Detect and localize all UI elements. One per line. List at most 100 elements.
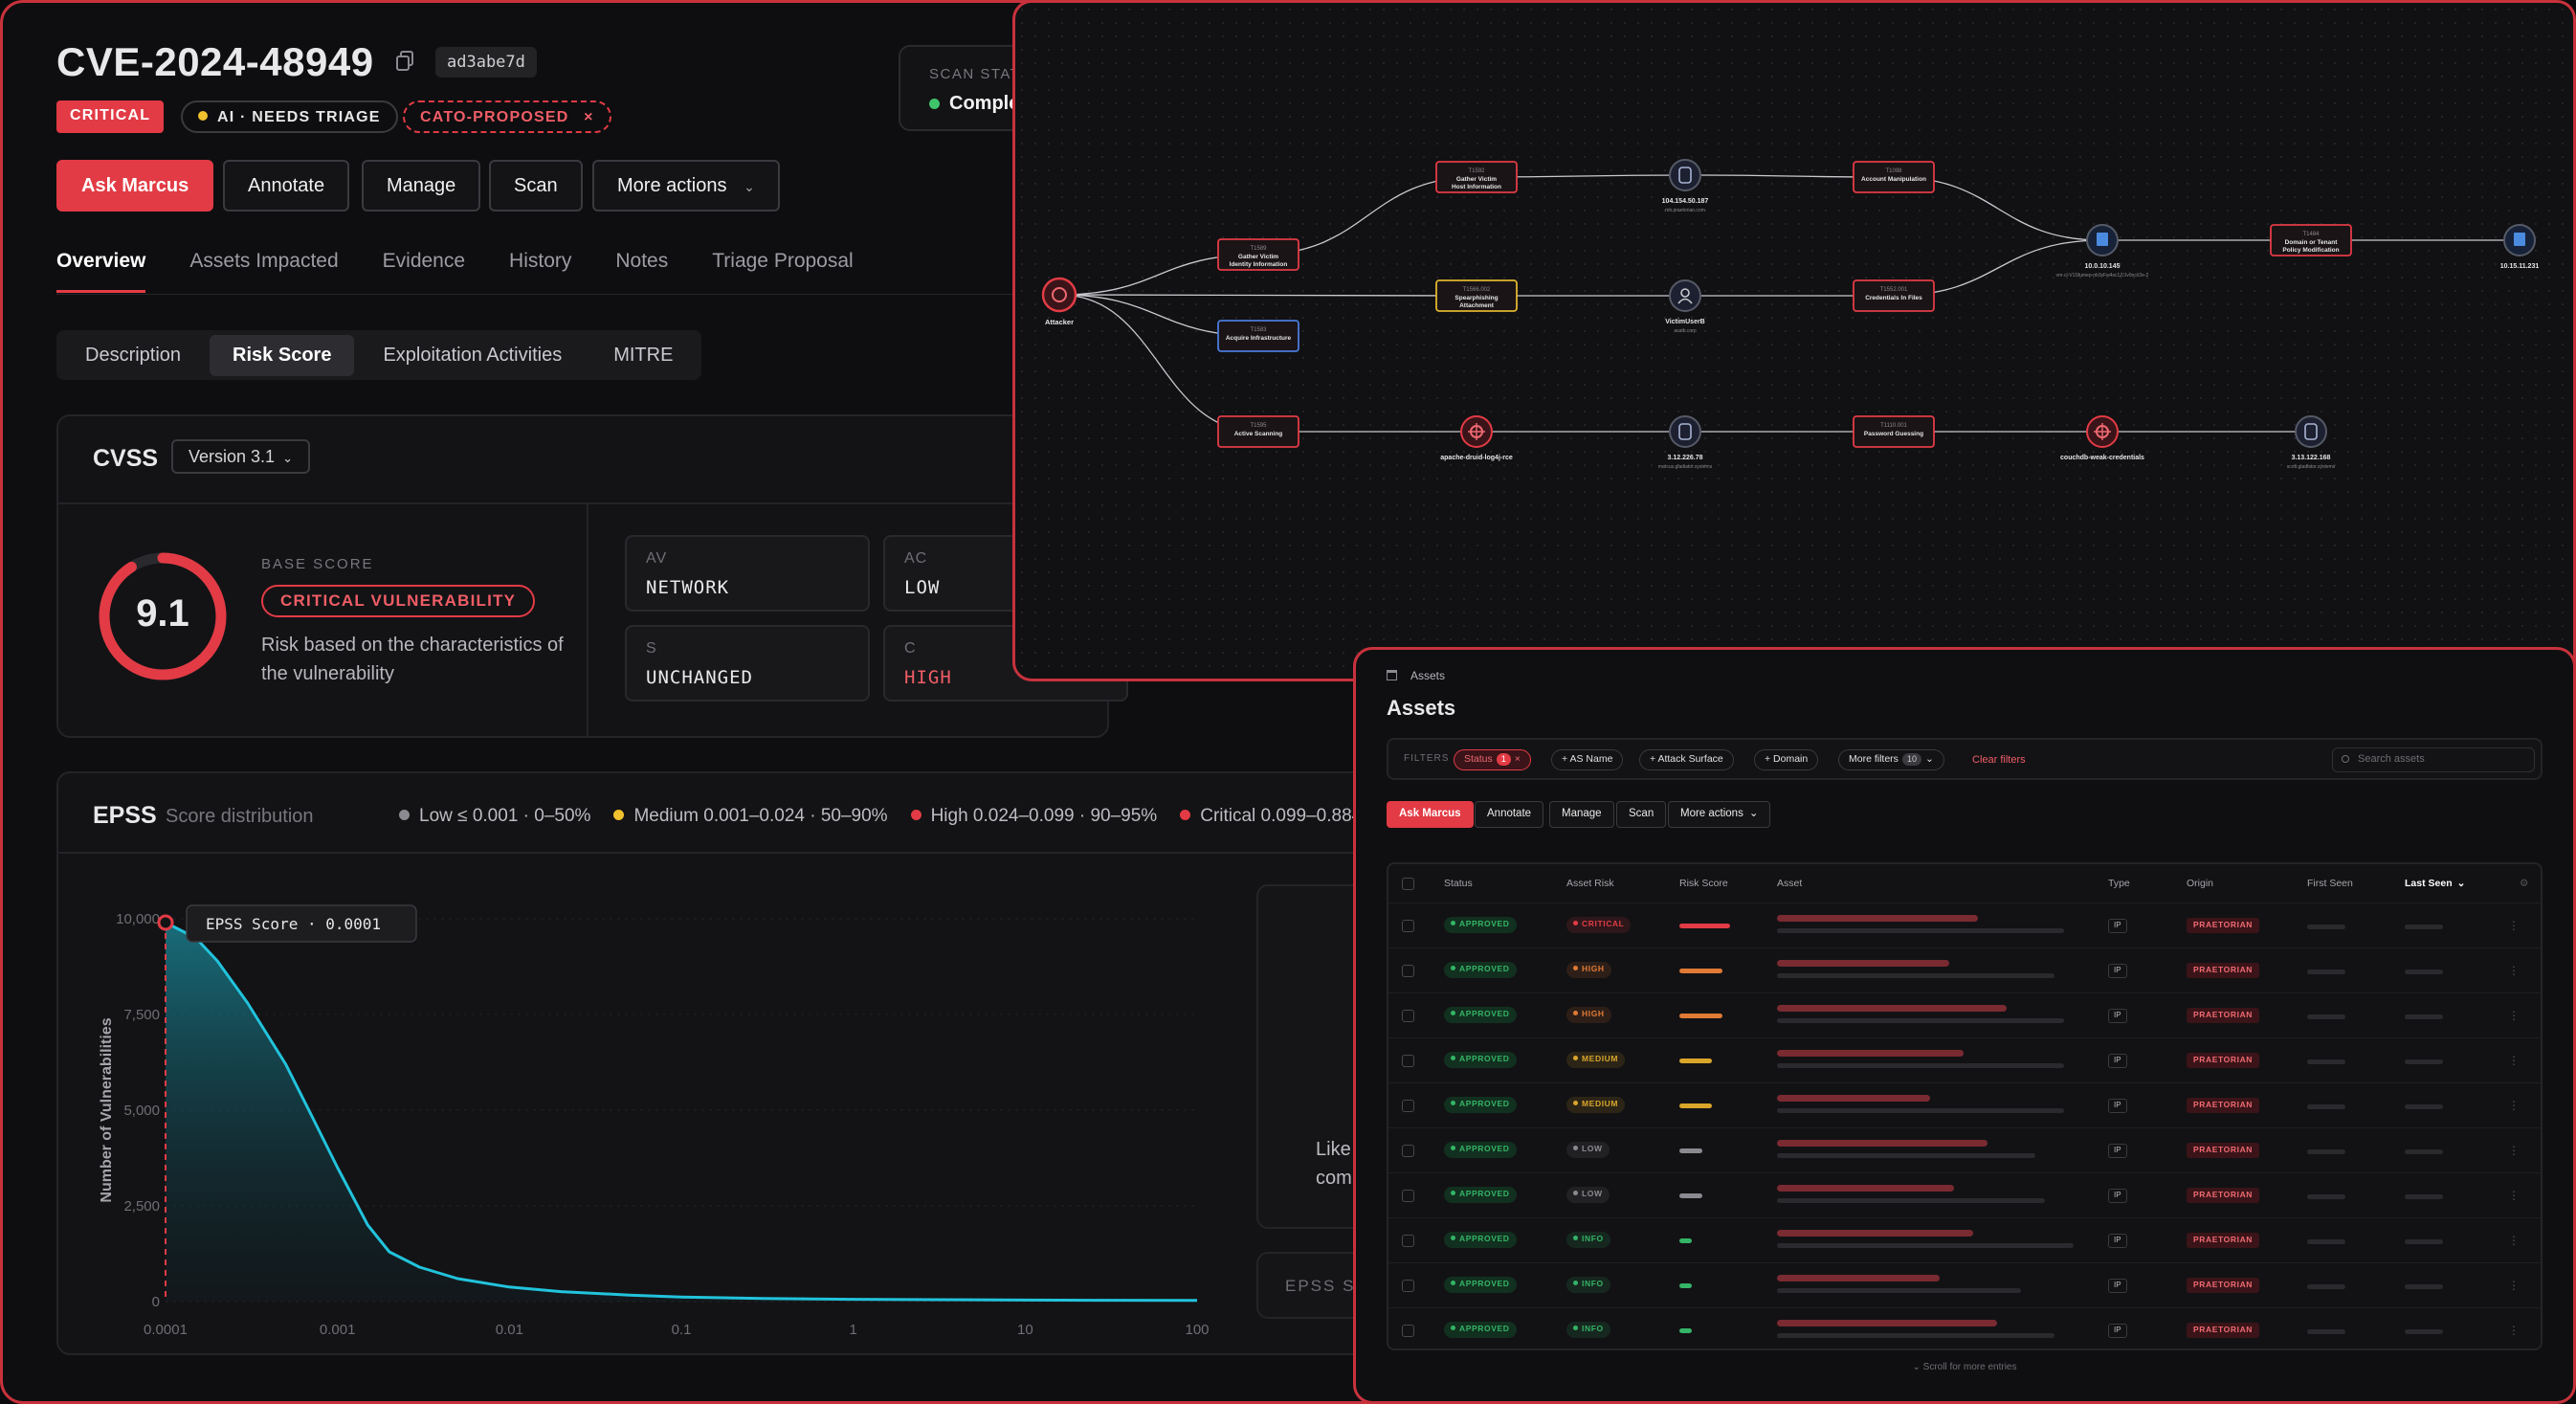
graph-node-attacker[interactable]: Attacker bbox=[1041, 277, 1077, 326]
row-menu-icon[interactable]: ⋮ bbox=[2508, 964, 2520, 977]
table-row[interactable]: APPROVED CRITICAL IP PRAETORIAN ⋮ bbox=[1388, 903, 2541, 947]
tab-history[interactable]: History bbox=[509, 250, 571, 293]
asset-name-redacted[interactable] bbox=[1777, 1230, 1973, 1237]
row-menu-icon[interactable]: ⋮ bbox=[2508, 1324, 2520, 1337]
graph-node-vuln2[interactable]: couchdb-weak-credentials bbox=[2060, 415, 2144, 461]
row-checkbox[interactable] bbox=[1402, 1055, 1414, 1067]
proposal-badge[interactable]: CATO-PROPOSED × bbox=[403, 100, 611, 133]
row-menu-icon[interactable]: ⋮ bbox=[2508, 1099, 2520, 1112]
table-row[interactable]: APPROVED MEDIUM IP PRAETORIAN ⋮ bbox=[1388, 1082, 2541, 1127]
subtab-description[interactable]: Description bbox=[62, 335, 204, 376]
row-checkbox[interactable] bbox=[1402, 1100, 1414, 1112]
more-actions-button[interactable]: More actions ⌄ bbox=[1668, 801, 1771, 828]
graph-node-host2[interactable]: 10.15.11.231 bbox=[2500, 224, 2540, 270]
filter-chip-domain[interactable]: + Domain bbox=[1754, 749, 1819, 770]
col-origin[interactable]: Origin bbox=[2187, 878, 2213, 889]
table-row[interactable]: APPROVED INFO IP PRAETORIAN ⋮ bbox=[1388, 1307, 2541, 1352]
col-last-seen[interactable]: Last Seen ⌄ bbox=[2405, 878, 2465, 889]
graph-node-t1595[interactable]: T1595 Active Scanning bbox=[1217, 415, 1299, 448]
select-all-checkbox[interactable] bbox=[1402, 878, 1414, 890]
table-row[interactable]: APPROVED INFO IP PRAETORIAN ⋮ bbox=[1388, 1262, 2541, 1307]
table-row[interactable]: APPROVED INFO IP PRAETORIAN ⋮ bbox=[1388, 1217, 2541, 1262]
row-checkbox[interactable] bbox=[1402, 1325, 1414, 1337]
row-menu-icon[interactable]: ⋮ bbox=[2508, 1189, 2520, 1202]
asset-name-redacted[interactable] bbox=[1777, 1050, 1964, 1057]
subtab-risk-score[interactable]: Risk Score bbox=[210, 334, 355, 376]
row-menu-icon[interactable]: ⋮ bbox=[2508, 1144, 2520, 1157]
asset-name-redacted[interactable] bbox=[1777, 1320, 1997, 1326]
annotate-button[interactable]: Annotate bbox=[223, 160, 350, 212]
col-type[interactable]: Type bbox=[2108, 878, 2130, 889]
subtab-mitre[interactable]: MITRE bbox=[590, 335, 696, 376]
table-row[interactable]: APPROVED MEDIUM IP PRAETORIAN ⋮ bbox=[1388, 1037, 2541, 1082]
filter-chip-status[interactable]: Status 1 × bbox=[1454, 749, 1531, 770]
table-row[interactable]: APPROVED LOW IP PRAETORIAN ⋮ bbox=[1388, 1172, 2541, 1217]
more-actions-button[interactable]: More actions ⌄ bbox=[592, 160, 780, 212]
graph-node-t1110[interactable]: T1110.001 Password Guessing bbox=[1853, 415, 1935, 448]
row-checkbox[interactable] bbox=[1402, 1235, 1414, 1247]
close-icon[interactable]: × bbox=[1515, 753, 1521, 765]
table-row[interactable]: APPROVED LOW IP PRAETORIAN ⋮ bbox=[1388, 1127, 2541, 1172]
filter-chip-attack-surface[interactable]: + Attack Surface bbox=[1639, 749, 1734, 770]
clear-filters-link[interactable]: Clear filters bbox=[1972, 754, 2026, 766]
close-icon[interactable]: × bbox=[584, 109, 594, 125]
cvss-version-select[interactable]: Version 3.1 ⌄ bbox=[171, 439, 310, 474]
scan-button[interactable]: Scan bbox=[1616, 801, 1667, 828]
graph-node-t1552[interactable]: T1552.001 Credentials In Files bbox=[1853, 279, 1935, 312]
graph-node-t1098[interactable]: T1098 Account Manipulation bbox=[1853, 161, 1935, 193]
table-row[interactable]: APPROVED HIGH IP PRAETORIAN ⋮ bbox=[1388, 992, 2541, 1037]
tab-overview[interactable]: Overview bbox=[56, 250, 146, 293]
tab-evidence[interactable]: Evidence bbox=[383, 250, 465, 293]
col-status[interactable]: Status bbox=[1444, 878, 1473, 889]
asset-name-redacted[interactable] bbox=[1777, 1275, 1940, 1281]
asset-name-redacted[interactable] bbox=[1777, 1185, 1954, 1192]
graph-node-ip1[interactable]: 104.154.50.187 mb.praetorian.com bbox=[1662, 159, 1709, 213]
asset-name-redacted[interactable] bbox=[1777, 1140, 1988, 1147]
col-asset[interactable]: Asset bbox=[1777, 878, 1802, 889]
subtab-exploitation[interactable]: Exploitation Activities bbox=[360, 335, 585, 376]
graph-node-t1566[interactable]: T1566.002 SpearphishingAttachment bbox=[1435, 279, 1518, 312]
tab-triage-proposal[interactable]: Triage Proposal bbox=[712, 250, 853, 293]
asset-name-redacted[interactable] bbox=[1777, 960, 1949, 967]
col-risk-score[interactable]: Risk Score bbox=[1679, 878, 1728, 889]
asset-name-redacted[interactable] bbox=[1777, 1005, 2007, 1012]
graph-node-vuln1[interactable]: apache-druid-log4j-rce bbox=[1440, 415, 1513, 461]
asset-name-redacted[interactable] bbox=[1777, 1095, 1930, 1102]
row-menu-icon[interactable]: ⋮ bbox=[2508, 1234, 2520, 1247]
scan-button[interactable]: Scan bbox=[489, 160, 583, 212]
graph-node-host1[interactable]: 10.0.10.145 vm-cl-V1Sfumep-nb3yFw4sc1Z/Jv… bbox=[2056, 224, 2149, 279]
graph-node-ip3[interactable]: 3.13.122.168 scott.gladiator.systems bbox=[2287, 415, 2336, 470]
copy-icon[interactable] bbox=[395, 51, 414, 72]
table-row[interactable]: APPROVED HIGH IP PRAETORIAN ⋮ bbox=[1388, 947, 2541, 992]
manage-button[interactable]: Manage bbox=[362, 160, 481, 212]
graph-node-t1592[interactable]: T1592 Gather VictimHost Information bbox=[1435, 161, 1518, 193]
gear-icon[interactable]: ⚙ bbox=[2520, 878, 2528, 889]
tab-assets-impacted[interactable]: Assets Impacted bbox=[189, 250, 338, 293]
home-icon[interactable] bbox=[1387, 670, 1397, 680]
col-first-seen[interactable]: First Seen bbox=[2307, 878, 2353, 889]
row-menu-icon[interactable]: ⋮ bbox=[2508, 919, 2520, 932]
row-menu-icon[interactable]: ⋮ bbox=[2508, 1054, 2520, 1067]
row-menu-icon[interactable]: ⋮ bbox=[2508, 1279, 2520, 1292]
graph-node-t1589[interactable]: T1589 Gather VictimIdentity Information bbox=[1217, 238, 1299, 271]
graph-node-t1484[interactable]: T1484 Domain or TenantPolicy Modification bbox=[2270, 224, 2352, 256]
filter-chip-as-name[interactable]: + AS Name bbox=[1551, 749, 1624, 770]
ask-marcus-button[interactable]: Ask Marcus bbox=[1387, 801, 1474, 828]
search-input[interactable]: Search assets bbox=[2332, 747, 2535, 772]
row-checkbox[interactable] bbox=[1402, 1190, 1414, 1202]
more-filters-button[interactable]: More filters 10 ⌄ bbox=[1838, 749, 1944, 770]
manage-button[interactable]: Manage bbox=[1549, 801, 1614, 828]
graph-node-t1583[interactable]: T1583 Acquire Infrastructure bbox=[1217, 320, 1299, 352]
row-checkbox[interactable] bbox=[1402, 920, 1414, 932]
row-menu-icon[interactable]: ⋮ bbox=[2508, 1009, 2520, 1022]
ask-marcus-button[interactable]: Ask Marcus bbox=[56, 160, 214, 212]
annotate-button[interactable]: Annotate bbox=[1475, 801, 1544, 828]
row-checkbox[interactable] bbox=[1402, 1010, 1414, 1022]
col-asset-risk[interactable]: Asset Risk bbox=[1566, 878, 1614, 889]
graph-node-ip2[interactable]: 3.12.226.78 marcus.gladiator.systems bbox=[1658, 415, 1713, 470]
row-checkbox[interactable] bbox=[1402, 1145, 1414, 1157]
tab-notes[interactable]: Notes bbox=[615, 250, 668, 293]
row-checkbox[interactable] bbox=[1402, 965, 1414, 977]
graph-node-user[interactable]: VictimUserB acatb.corp bbox=[1665, 279, 1705, 334]
row-checkbox[interactable] bbox=[1402, 1280, 1414, 1292]
